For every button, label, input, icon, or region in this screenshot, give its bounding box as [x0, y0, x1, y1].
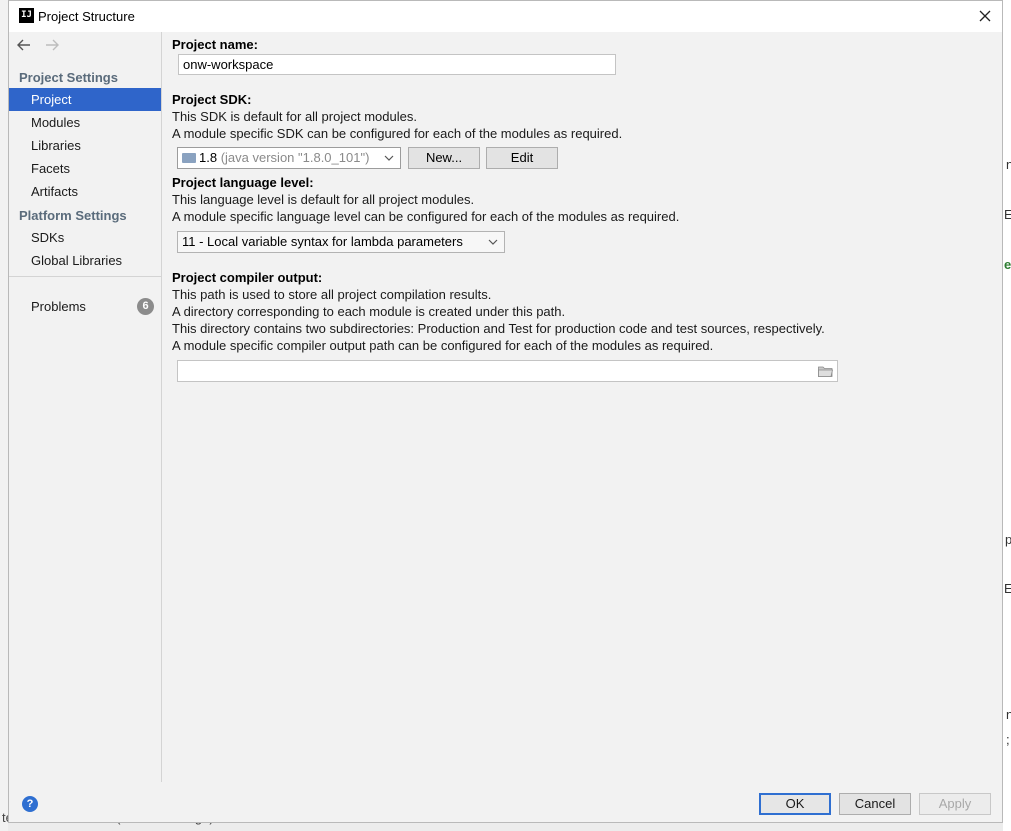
compiler-output-path-field[interactable] [177, 360, 838, 382]
sidebar-item-artifacts[interactable]: Artifacts [9, 180, 161, 203]
project-name-input[interactable] [178, 54, 616, 75]
language-level-label: Project language level: [172, 175, 314, 190]
intellij-app-icon: IJ [19, 8, 34, 23]
project-settings-panel: Project name: Project SDK: This SDK is d… [162, 32, 1002, 782]
bg-fragment: e [1004, 257, 1011, 272]
history-nav [15, 38, 67, 56]
sdk-folder-icon [182, 153, 196, 163]
close-button[interactable] [974, 5, 996, 27]
sidebar-item-global-libraries[interactable]: Global Libraries [9, 249, 161, 272]
bg-fragment: p [1005, 532, 1011, 547]
project-sdk-desc-1: This SDK is default for all project modu… [172, 109, 417, 124]
bg-fragment: n [1006, 707, 1011, 722]
title-bar: IJ Project Structure [9, 1, 1002, 32]
back-arrow-icon[interactable] [15, 38, 33, 56]
sidebar-divider [9, 276, 161, 277]
sidebar-item-project[interactable]: Project [9, 88, 161, 111]
compiler-output-desc-2: A directory corresponding to each module… [172, 304, 566, 319]
project-sdk-desc-2: A module specific SDK can be configured … [172, 126, 623, 141]
sidebar-item-libraries[interactable]: Libraries [9, 134, 161, 157]
background-left-edge [0, 0, 8, 831]
ok-button[interactable]: OK [759, 793, 831, 815]
bg-fragment: n [1006, 157, 1011, 172]
project-sdk-select[interactable]: 1.8 (java version "1.8.0_101") [177, 147, 401, 169]
project-settings-heading: Project Settings [19, 70, 118, 85]
platform-settings-heading: Platform Settings [19, 208, 127, 223]
compiler-output-label: Project compiler output: [172, 270, 323, 285]
compiler-output-desc-3: This directory contains two subdirectori… [172, 321, 825, 336]
sidebar-item-modules[interactable]: Modules [9, 111, 161, 134]
new-sdk-button[interactable]: New... [408, 147, 480, 169]
language-level-desc-2: A module specific language level can be … [172, 209, 680, 224]
apply-button[interactable]: Apply [919, 793, 991, 815]
project-name-label: Project name: [172, 37, 258, 52]
bg-fragment: E [1004, 581, 1011, 596]
project-structure-dialog: IJ Project Structure Project Settings Pr… [8, 0, 1003, 823]
sidebar-item-problems[interactable]: Problems 6 [9, 295, 161, 318]
compiler-output-desc-4: A module specific compiler output path c… [172, 338, 714, 353]
language-level-desc-1: This language level is default for all p… [172, 192, 475, 207]
sdk-version: 1.8 [199, 150, 218, 165]
bg-fragment: E [1004, 207, 1011, 222]
help-icon[interactable]: ? [22, 796, 38, 812]
bg-fragment: ; [1006, 732, 1010, 747]
problems-label: Problems [31, 299, 86, 314]
sidebar-item-sdks[interactable]: SDKs [9, 226, 161, 249]
language-level-value: 11 - Local variable syntax for lambda pa… [182, 234, 463, 249]
window-title: Project Structure [38, 9, 135, 24]
background-right-edge: n E e p E n ; [1003, 0, 1011, 831]
sidebar: Project Settings Project Modules Librari… [9, 32, 162, 782]
project-sdk-label: Project SDK: [172, 92, 252, 107]
close-icon [979, 10, 991, 22]
problems-count-badge: 6 [137, 298, 154, 315]
forward-arrow-icon[interactable] [43, 38, 61, 56]
sidebar-item-facets[interactable]: Facets [9, 157, 161, 180]
edit-sdk-button[interactable]: Edit [486, 147, 558, 169]
cancel-button[interactable]: Cancel [839, 793, 911, 815]
chevron-down-icon [488, 232, 498, 252]
browse-folder-icon[interactable] [818, 365, 834, 377]
chevron-down-icon [384, 148, 394, 168]
language-level-select[interactable]: 11 - Local variable syntax for lambda pa… [177, 231, 505, 253]
sdk-version-detail: (java version "1.8.0_101") [220, 150, 370, 165]
compiler-output-desc-1: This path is used to store all project c… [172, 287, 492, 302]
